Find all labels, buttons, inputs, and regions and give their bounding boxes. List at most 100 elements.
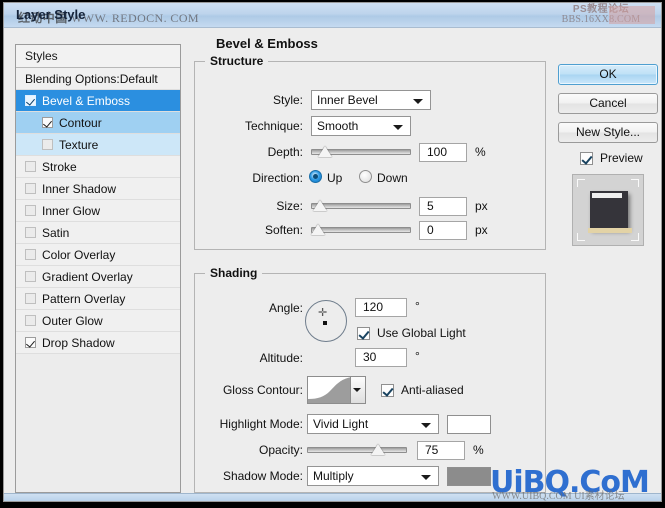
styles-list-item[interactable]: Color Overlay <box>16 244 180 266</box>
soften-unit: px <box>475 223 488 237</box>
size-unit: px <box>475 199 488 213</box>
cancel-button[interactable]: Cancel <box>558 93 658 114</box>
chevron-down-icon <box>393 125 403 130</box>
soften-slider-thumb[interactable] <box>311 224 325 235</box>
styles-list-item-label: Color Overlay <box>42 248 116 262</box>
depth-slider-thumb[interactable] <box>317 146 332 157</box>
depth-input[interactable]: 100 <box>419 143 467 162</box>
styles-list-item[interactable]: Pattern Overlay <box>16 288 180 310</box>
style-enable-checkbox[interactable] <box>42 117 53 128</box>
styles-list-item-label: Contour <box>59 116 102 130</box>
dialog-actions: OK Cancel New Style... Preview <box>558 44 658 493</box>
highlight-opacity-thumb[interactable] <box>370 444 385 455</box>
soften-slider[interactable] <box>311 220 411 240</box>
chevron-down-icon <box>421 475 431 480</box>
styles-list-item[interactable]: Gradient Overlay <box>16 266 180 288</box>
gloss-contour-swatch[interactable] <box>307 376 351 404</box>
shading-group: Shading Angle: ✛ 120 ° Use Global Light … <box>194 266 546 501</box>
styles-list-item[interactable]: Inner Glow <box>16 200 180 222</box>
style-enable-checkbox[interactable] <box>25 315 36 326</box>
styles-list-item[interactable]: Inner Shadow <box>16 178 180 200</box>
style-enable-checkbox[interactable] <box>25 95 36 106</box>
shadow-mode-select[interactable]: Multiply <box>307 466 439 486</box>
shadow-mode-value: Multiply <box>313 469 354 483</box>
depth-slider[interactable] <box>311 142 411 162</box>
highlight-opacity-input[interactable]: 75 <box>417 441 465 460</box>
highlight-mode-label: Highlight Mode: <box>219 417 303 431</box>
style-enable-checkbox[interactable] <box>42 139 53 150</box>
style-enable-checkbox[interactable] <box>25 227 36 238</box>
new-style-button[interactable]: New Style... <box>558 122 658 143</box>
direction-up-radio[interactable] <box>309 170 322 183</box>
technique-select[interactable]: Smooth <box>311 116 411 136</box>
styles-list-item-label: Pattern Overlay <box>42 292 126 306</box>
chevron-down-icon <box>421 423 431 428</box>
styles-list-item[interactable]: Stroke <box>16 156 180 178</box>
structure-legend: Structure <box>210 54 264 68</box>
styles-list-rows: Blending Options:Default Bevel & Emboss Co… <box>16 68 180 354</box>
style-select-value: Inner Bevel <box>317 93 378 107</box>
preview-corner-bl-icon <box>577 233 585 241</box>
style-enable-checkbox[interactable] <box>25 293 36 304</box>
size-input[interactable]: 5 <box>419 197 467 216</box>
styles-list-item[interactable]: Outer Glow <box>16 310 180 332</box>
ok-button[interactable]: OK <box>558 64 658 85</box>
direction-down-radio[interactable] <box>359 170 372 183</box>
technique-label: Technique: <box>244 119 303 133</box>
structure-group: Structure Style: Inner Bevel Technique: … <box>194 54 546 250</box>
style-enable-checkbox[interactable] <box>25 183 36 194</box>
chevron-down-icon <box>353 388 361 392</box>
gloss-contour-dropdown[interactable] <box>351 376 366 404</box>
chevron-down-icon <box>413 99 423 104</box>
shading-legend: Shading <box>210 266 258 280</box>
use-global-light-checkbox[interactable] <box>357 327 370 340</box>
highlight-color-swatch[interactable] <box>447 415 491 434</box>
styles-list-item-label: Bevel & Emboss <box>42 94 131 108</box>
styles-list-item[interactable]: Drop Shadow <box>16 332 180 354</box>
styles-list-item[interactable]: Contour <box>16 112 180 134</box>
highlight-mode-select[interactable]: Vivid Light <box>307 414 439 434</box>
dialog-title: Layer Style <box>16 7 86 22</box>
preview-label: Preview <box>600 151 643 165</box>
styles-list-item-label: Inner Glow <box>42 204 101 218</box>
altitude-unit: ° <box>415 349 420 363</box>
watermark-bottom-sub: WWW.UIBQ.COM UI素材论坛 <box>492 491 625 502</box>
preview-corner-br-icon <box>631 233 639 241</box>
style-enable-checkbox[interactable] <box>25 271 36 282</box>
style-select[interactable]: Inner Bevel <box>311 90 431 110</box>
altitude-input[interactable]: 30 <box>355 348 407 367</box>
effect-panel-title: Bevel & Emboss <box>210 36 324 51</box>
preview-sample-shape <box>588 191 632 233</box>
preview-corner-tr-icon <box>631 179 639 187</box>
styles-list-item[interactable]: Blending Options:Default <box>16 68 180 90</box>
highlight-opacity-unit: % <box>473 443 484 457</box>
angle-unit: ° <box>415 299 420 313</box>
dialog-titlebar[interactable]: 红动中国 WWW. REDOCN. COM Layer Style PS教程论坛… <box>4 3 661 28</box>
altitude-label: Altitude: <box>259 351 303 365</box>
style-enable-checkbox[interactable] <box>25 161 36 172</box>
styles-list-header: Styles <box>16 45 180 68</box>
styles-list-item[interactable]: Bevel & Emboss <box>16 90 180 112</box>
preview-checkbox[interactable] <box>580 152 593 165</box>
anti-aliased-checkbox[interactable] <box>381 384 394 397</box>
styles-list-item[interactable]: Texture <box>16 134 180 156</box>
preview-thumbnail <box>572 174 644 246</box>
anti-aliased-label: Anti-aliased <box>401 383 464 397</box>
styles-list-item-label: Inner Shadow <box>42 182 117 196</box>
style-enable-checkbox[interactable] <box>25 249 36 260</box>
angle-input[interactable]: 120 <box>355 298 407 317</box>
style-enable-checkbox[interactable] <box>25 337 36 348</box>
angle-label: Angle: <box>268 301 303 315</box>
soften-input[interactable]: 0 <box>419 221 467 240</box>
direction-up-label: Up <box>327 171 343 185</box>
shadow-color-swatch[interactable] <box>447 467 491 486</box>
highlight-opacity-slider[interactable] <box>307 440 407 460</box>
gloss-contour-label: Gloss Contour: <box>222 383 303 397</box>
direction-down-label: Down <box>377 171 408 185</box>
size-slider[interactable] <box>311 196 411 216</box>
size-slider-thumb[interactable] <box>312 200 327 211</box>
style-enable-checkbox[interactable] <box>25 205 36 216</box>
effect-options-panel: Bevel & Emboss Structure Style: Inner Be… <box>194 36 546 501</box>
use-global-light-label: Use Global Light <box>377 326 466 340</box>
styles-list-item[interactable]: Satin <box>16 222 180 244</box>
